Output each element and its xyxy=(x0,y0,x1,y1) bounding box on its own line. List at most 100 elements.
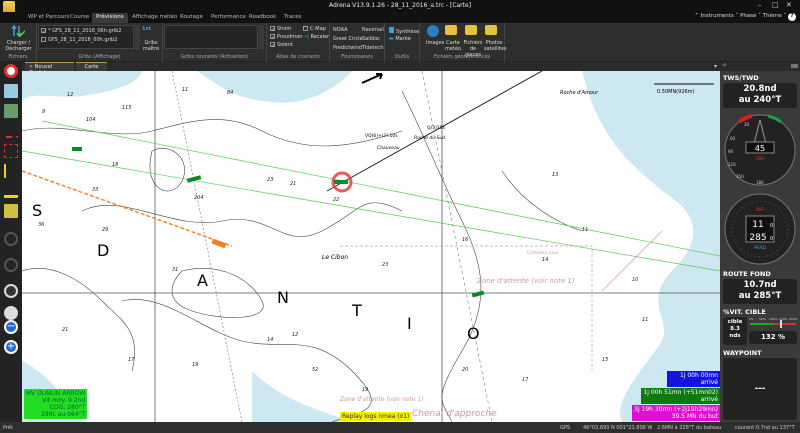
doc-tab-carte[interactable]: Carte xyxy=(76,62,107,71)
group-fournisseurs: NOAA Navimail Great Circle Saildoc Predi… xyxy=(330,23,385,62)
current-gribs-list[interactable] xyxy=(164,25,258,49)
depth-sounding: 14 xyxy=(267,337,273,343)
grib-master-button[interactable]: Gribs maître xyxy=(141,40,161,52)
marks-icon[interactable] xyxy=(4,164,18,178)
chart-layers-icon[interactable] xyxy=(4,104,18,118)
waypoints-icon[interactable] xyxy=(4,144,18,158)
tab-routage[interactable]: Routage xyxy=(176,13,207,23)
atlas-shom[interactable]: ✓ Shom xyxy=(270,26,291,33)
grib-file-name: * GFS_28_11_2016_06h.grib2 xyxy=(48,28,122,34)
tab-roadbook[interactable]: Roadbook xyxy=(245,13,280,23)
wind-gauge: 45 TWA 30 60 90 120 150 180 xyxy=(722,112,798,188)
course-icon[interactable] xyxy=(4,184,18,198)
panel-pin-icon[interactable]: ✧ xyxy=(722,62,727,69)
tab-performance[interactable]: Performance xyxy=(207,13,250,23)
tws-title: TWS/TWD xyxy=(723,74,759,82)
lifebuoy-icon[interactable] xyxy=(4,64,18,78)
heading-value: 285 xyxy=(749,233,766,243)
grib-file-item[interactable]: ✓ * GFS_28_11_2016_06h.grib2 xyxy=(41,28,122,35)
depth-sounding: 16 xyxy=(462,237,468,243)
group-label: Fournisseurs xyxy=(341,54,373,60)
images-button[interactable]: Images xyxy=(426,40,444,46)
load-unload-button[interactable]: Charger / Décharger xyxy=(2,40,35,52)
eta-box-3: 3j 19h 30mn (+2j19h29mn) 39.5 MN du but xyxy=(632,405,720,421)
atlas-proudman[interactable]: ✓ Proudman xyxy=(270,34,302,41)
polar-icon[interactable] xyxy=(4,204,18,218)
zoom-boat-icon[interactable] xyxy=(4,284,18,298)
boat-marker[interactable] xyxy=(471,290,485,298)
recaler-button[interactable]: →| Recaler xyxy=(303,34,329,40)
boat-marker[interactable] xyxy=(72,147,82,151)
minimize-button[interactable]: – xyxy=(758,1,762,9)
chart-canvas[interactable]: 0.50MN(926m) Zone d'attente (voir note 1… xyxy=(22,71,720,422)
grib-file-list[interactable]: ✓ * GFS_28_11_2016_06h.grib2 GFS_28_11_20… xyxy=(38,25,134,49)
depth-sounding: 13 xyxy=(552,172,558,178)
depth-sounding: 11 xyxy=(182,87,188,93)
provider-tidetech[interactable]: Tidetech xyxy=(362,45,384,51)
boat-marker[interactable] xyxy=(334,180,348,184)
provider-noaa[interactable]: NOAA xyxy=(333,27,348,33)
close-button[interactable]: ✕ xyxy=(786,1,792,9)
provider-saildoc[interactable]: Saildoc xyxy=(362,36,380,42)
own-boat-marker[interactable] xyxy=(211,238,227,249)
grib-file-item[interactable]: GFS_28_11_2016_00h.grib2 xyxy=(41,37,117,43)
zoom-area-icon[interactable] xyxy=(4,306,18,320)
provider-great-circle[interactable]: Great Circle xyxy=(333,36,363,42)
chart-label: Roche d'Amour xyxy=(560,90,599,96)
boats xyxy=(72,73,485,298)
synthese-button[interactable]: Synthèse xyxy=(389,27,419,35)
chart-label: Zone d'attente (voir note 1) xyxy=(339,396,424,403)
left-toolbar: − + xyxy=(0,62,22,422)
instruments-menu[interactable]: Instruments xyxy=(701,13,734,19)
depth-sounding: 11 xyxy=(582,227,588,233)
atlas-cmap[interactable]: C-Map xyxy=(303,26,326,32)
document-tabs: ✧ Nouvel Onglet Carte ▾ xyxy=(22,62,720,76)
satellite-photos-button[interactable]: Photos satellites xyxy=(484,40,507,52)
phase-menu[interactable]: Phase xyxy=(740,13,756,19)
depth-sounding: 84 xyxy=(227,90,233,96)
bsp-value: 11 xyxy=(752,220,763,230)
tab-traces[interactable]: Traces xyxy=(280,13,305,23)
atlas-solent[interactable]: ✓ Solent xyxy=(270,42,293,49)
boat-info-box[interactable]: MV DUNLIN ARROW Vit moy. 9.2nd COG: 280°T… xyxy=(24,389,88,419)
status-bar: Prêt GPS 46°03.693 N 001°21.806 W 2.6MN … xyxy=(0,422,800,433)
svg-text:0: 0 xyxy=(770,223,773,229)
satellite-photos-icon xyxy=(485,25,497,35)
grib-list-scrollbar[interactable] xyxy=(135,25,140,49)
grib-checkbox[interactable] xyxy=(41,37,46,42)
group-label: Fichiers géoréférencés xyxy=(433,54,491,60)
provider-predictwind[interactable]: Predictwind xyxy=(333,45,362,51)
zoom-out-icon[interactable]: − xyxy=(4,320,18,334)
route-title: ROUTE FOND xyxy=(723,270,771,278)
chart-label: O xyxy=(467,324,480,343)
help-icon[interactable]: ? xyxy=(788,13,796,21)
tack-icon[interactable] xyxy=(4,258,18,272)
ribbon: Charger / Décharger Fichiers ✓ * GFS_28_1… xyxy=(0,23,800,62)
tab-previsions[interactable]: Prévisions xyxy=(92,13,128,23)
tabs-dropdown-icon[interactable]: ▾ xyxy=(714,63,717,70)
zoom-in-icon[interactable]: + xyxy=(4,340,18,354)
chart-label: Chauveau xyxy=(377,145,400,151)
maree-button[interactable]: ▬ Marée xyxy=(389,36,411,42)
theme-menu[interactable]: Thème xyxy=(763,13,782,19)
chart-map-icon[interactable] xyxy=(4,84,18,98)
measure-icon[interactable] xyxy=(4,232,18,246)
weather-map-button[interactable]: Carte météo xyxy=(445,40,461,52)
provider-navimail[interactable]: Navimail xyxy=(362,27,384,33)
svg-text:120: 120 xyxy=(728,162,736,167)
depth-sounding: 19 xyxy=(192,362,198,368)
maximize-button[interactable]: □ xyxy=(772,1,779,9)
depth-sounding: 23 xyxy=(382,262,388,268)
panel-menu-icon[interactable] xyxy=(791,64,798,68)
replay-label[interactable]: Replay logs nmea (x1) xyxy=(340,412,412,421)
tab-course[interactable]: Course xyxy=(66,13,93,23)
tab-affichage-meteo[interactable]: Affichage météo xyxy=(128,13,181,23)
doc-tab-new[interactable]: ✧ Nouvel Onglet xyxy=(25,62,74,76)
ice-files-icon xyxy=(465,25,477,35)
grib-checkbox[interactable]: ✓ xyxy=(41,28,46,35)
route-icon[interactable] xyxy=(4,124,18,138)
window-title: Adrena V13.9.1.26 - 28_11_2016_a.trc - [… xyxy=(328,2,472,9)
current-gribs-scrollbar[interactable] xyxy=(259,25,264,49)
nautical-chart[interactable]: 0.50MN(926m) Zone d'attente (voir note 1… xyxy=(22,71,720,422)
depth-sounding: 204 xyxy=(194,195,204,201)
